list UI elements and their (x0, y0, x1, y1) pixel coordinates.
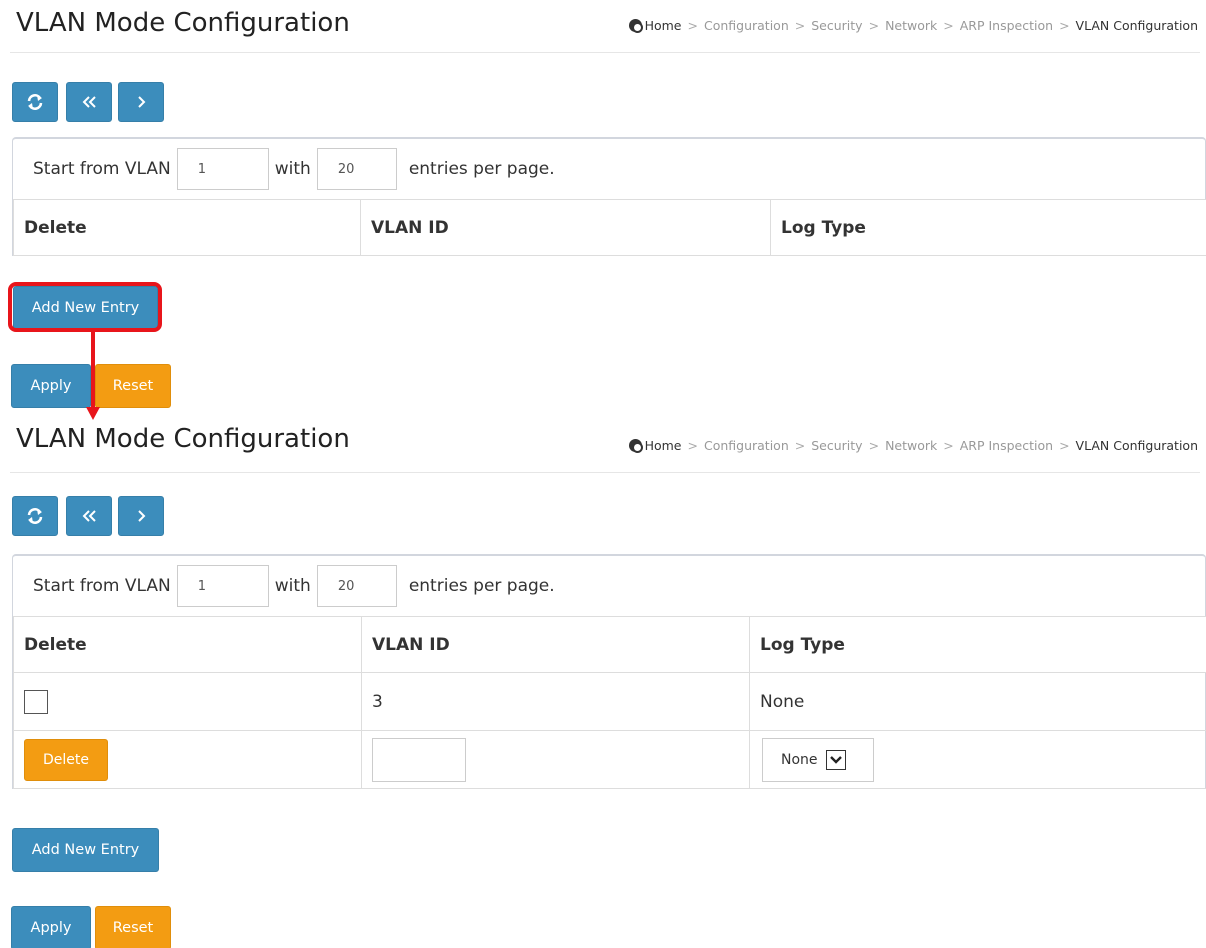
home-icon (628, 439, 643, 453)
breadcrumb-separator: > (794, 438, 806, 453)
home-icon (628, 19, 643, 33)
refresh-icon (27, 94, 43, 110)
vlan-table-box: Start from VLAN with entries per page. D… (12, 554, 1206, 789)
apply-button[interactable]: Apply (11, 364, 91, 408)
header-delete: Delete (13, 199, 361, 256)
refresh-button[interactable] (12, 82, 58, 122)
entries-suffix-label: entries per page. (408, 576, 555, 596)
vlan-table-box: Start from VLAN with entries per page. D… (12, 137, 1206, 256)
breadcrumb-separator: > (687, 438, 698, 453)
log-type-select[interactable]: None (762, 737, 874, 782)
table-row: 3 None (13, 672, 1206, 731)
reset-button[interactable]: Reset (95, 906, 171, 948)
panel-before: VLAN Mode Configuration Home > Configurati… (0, 0, 1206, 420)
breadcrumb-network[interactable]: Network (885, 18, 937, 33)
with-label: with (274, 576, 311, 596)
breadcrumb-vlan-configuration: VLAN Configuration (1075, 438, 1198, 453)
breadcrumb-separator: > (687, 18, 698, 33)
entries-per-page-input[interactable] (316, 148, 397, 190)
header-vlan-id: VLAN ID (361, 616, 750, 673)
paging-row: Start from VLAN with entries per page. (13, 556, 1205, 616)
header-delete: Delete (13, 616, 362, 673)
next-page-button[interactable] (118, 82, 164, 122)
breadcrumb: Home > Configuration > Security > Network > ARP … (628, 438, 1198, 453)
chevron-right-icon (138, 510, 146, 522)
refresh-button[interactable] (12, 496, 58, 536)
row-delete-cell (13, 672, 362, 731)
breadcrumb-network[interactable]: Network (885, 438, 937, 453)
start-from-label: Start from VLAN (33, 576, 171, 596)
delete-checkbox[interactable] (24, 689, 48, 714)
entries-per-page-input[interactable] (316, 565, 397, 607)
table-header-row: Delete VLAN ID Log Type (13, 616, 1206, 673)
vlan-table: Delete VLAN ID Log Type 3 None Delete No… (13, 616, 1206, 789)
delete-button[interactable]: Delete (24, 738, 108, 781)
vlan-id-input[interactable] (372, 737, 466, 782)
breadcrumb-separator: > (868, 438, 880, 453)
new-row-vlan-id-cell (361, 730, 750, 789)
breadcrumb-security[interactable]: Security (811, 438, 862, 453)
reset-button[interactable]: Reset (95, 364, 171, 408)
first-page-button[interactable] (66, 496, 112, 536)
chevron-right-icon (138, 96, 146, 108)
page-title: VLAN Mode Configuration (16, 424, 350, 454)
breadcrumb: Home > Configuration > Security > Network > ARP … (628, 18, 1198, 33)
breadcrumb-separator: > (1059, 438, 1070, 453)
double-chevron-left-icon (82, 510, 96, 522)
next-page-button[interactable] (118, 496, 164, 536)
breadcrumb-separator: > (943, 18, 954, 33)
start-from-label: Start from VLAN (33, 159, 171, 179)
annotation-arrow-line (91, 332, 95, 410)
breadcrumb-security[interactable]: Security (811, 18, 862, 33)
title-divider (10, 472, 1200, 473)
add-new-entry-button[interactable]: Add New Entry (12, 828, 159, 872)
row-vlan-id: 3 (361, 672, 750, 731)
breadcrumb-separator: > (943, 438, 954, 453)
title-divider (10, 52, 1200, 53)
start-vlan-input[interactable] (176, 565, 269, 607)
table-header-row: Delete VLAN ID Log Type (13, 199, 1206, 256)
panel-after: VLAN Mode Configuration Home > Configurati… (0, 416, 1206, 948)
apply-button[interactable]: Apply (11, 906, 91, 948)
new-entry-row: Delete None (13, 730, 1206, 789)
add-new-entry-button[interactable]: Add New Entry (13, 286, 158, 330)
new-row-log-type-cell: None (749, 730, 1206, 789)
chevron-down-icon (825, 749, 846, 770)
entries-suffix-label: entries per page. (408, 159, 555, 179)
header-vlan-id: VLAN ID (360, 199, 771, 256)
header-log-type: Log Type (770, 199, 1206, 256)
breadcrumb-vlan-configuration: VLAN Configuration (1075, 18, 1198, 33)
breadcrumb-separator: > (1059, 18, 1070, 33)
row-log-type: None (749, 672, 1206, 731)
breadcrumb-arp-inspection[interactable]: ARP Inspection (960, 18, 1053, 33)
refresh-icon (27, 508, 43, 524)
new-row-delete-cell: Delete (13, 730, 362, 789)
page-title: VLAN Mode Configuration (16, 8, 350, 38)
first-page-button[interactable] (66, 82, 112, 122)
breadcrumb-separator: > (868, 18, 880, 33)
breadcrumb-home[interactable]: Home (645, 18, 682, 33)
breadcrumb-separator: > (794, 18, 806, 33)
breadcrumb-home[interactable]: Home (645, 438, 682, 453)
paging-row: Start from VLAN with entries per page. (13, 139, 1205, 199)
vlan-table: Delete VLAN ID Log Type (13, 199, 1206, 256)
header-log-type: Log Type (749, 616, 1206, 673)
breadcrumb-arp-inspection[interactable]: ARP Inspection (960, 438, 1053, 453)
start-vlan-input[interactable] (176, 148, 269, 190)
breadcrumb-configuration[interactable]: Configuration (704, 438, 789, 453)
with-label: with (274, 159, 311, 179)
log-type-selected-value: None (781, 751, 818, 768)
double-chevron-left-icon (82, 96, 96, 108)
breadcrumb-configuration[interactable]: Configuration (704, 18, 789, 33)
